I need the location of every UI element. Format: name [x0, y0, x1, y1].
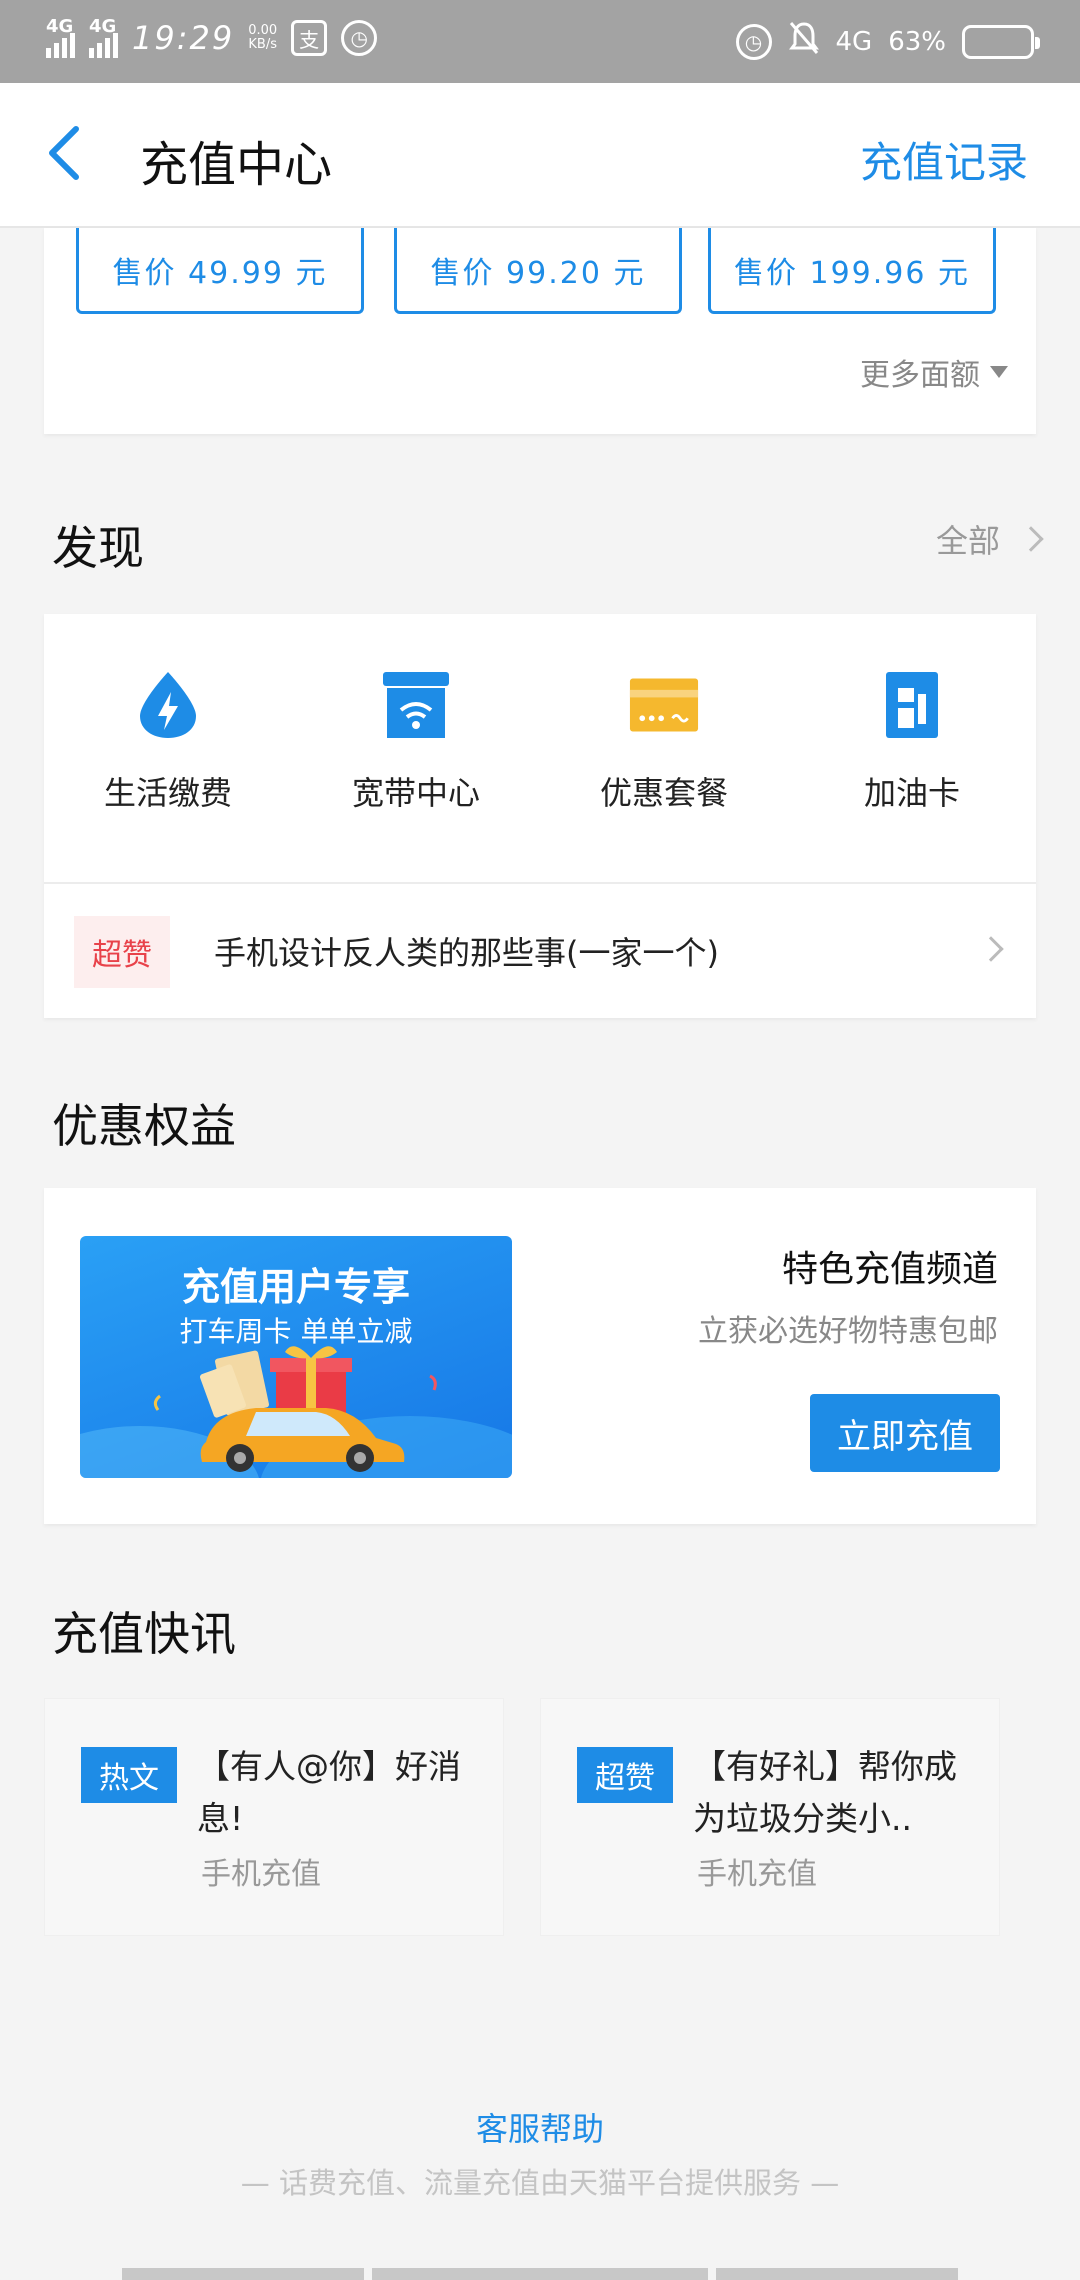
section-title-benefits: 优惠权益 [52, 1099, 236, 1153]
chevron-right-icon [1018, 526, 1044, 552]
price-option[interactable]: 售价 99.20 元 [394, 228, 682, 314]
wifi-store-icon [381, 670, 451, 740]
more-amounts-button[interactable]: 更多面额 [860, 350, 1008, 394]
back-arrow-icon [49, 126, 79, 180]
hot-badge: 超赞 [74, 916, 170, 988]
clock: 19:29 [132, 19, 235, 57]
hot-article-badge: 热文 [81, 1747, 177, 1803]
discover-card: 生活缴费 宽带中心 优惠套餐 加油卡 超赞 手机设计反人类的那些事(一家一个) [44, 614, 1036, 1018]
benefits-card: 充值用户专享 打车周卡 单单立减 特色充值频道 立获必选好物特惠包邮 立即充值 [44, 1188, 1036, 1524]
view-all-label: 全部 [935, 522, 1000, 560]
chevron-right-icon [978, 936, 1004, 962]
quick-news-source: 手机充值 [697, 1857, 817, 1892]
signal-strength-icon: 4G [46, 16, 75, 58]
signal-strength-icon: 4G [89, 16, 118, 58]
network-type-label: 4G [89, 16, 117, 37]
mute-notification-icon [788, 20, 820, 63]
feature-channel-title: 特色充值频道 [781, 1249, 998, 1290]
page-title: 充值中心 [140, 137, 333, 193]
customer-service-help-link[interactable]: 客服帮助 [0, 2104, 1080, 2150]
section-title-quick-news: 充值快讯 [52, 1607, 236, 1661]
discover-item-label: 生活缴费 [103, 774, 232, 812]
battery-icon [962, 24, 1040, 59]
alipay-icon: 支 [291, 20, 328, 56]
news-title: 手机设计反人类的那些事(一家一个) [214, 934, 719, 972]
quick-news-card[interactable]: 超赞 【有好礼】帮你成为垃圾分类小.. 手机充值 [540, 1698, 1000, 1936]
recharge-record-link[interactable]: 充值记录 [860, 129, 1028, 190]
back-button[interactable] [44, 123, 104, 193]
discover-item-label: 优惠套餐 [599, 774, 728, 812]
quick-news-title: 【有人@你】好消息! [197, 1747, 461, 1838]
price-option[interactable]: 售价 49.99 元 [76, 228, 364, 314]
battery-percent: 63% [888, 26, 946, 57]
feature-channel-subtitle: 立获必选好物特惠包邮 [698, 1314, 998, 1349]
car-gift-illustration [80, 1346, 512, 1478]
super-like-badge: 超赞 [577, 1747, 673, 1803]
network-speed: 0.00 KB/s [248, 24, 277, 52]
network-type-label: 4G [835, 26, 873, 57]
price-option[interactable]: 售价 199.96 元 [708, 228, 996, 314]
alarm-clock-icon: ◷ [735, 23, 772, 60]
bottom-tab-hint [716, 2268, 958, 2280]
price-options-card: 售价 49.99 元 售价 99.20 元 售价 199.96 元 更多面额 [44, 228, 1036, 434]
promo-banner[interactable]: 充值用户专享 打车周卡 单单立减 [80, 1236, 512, 1478]
alarm-icon: ◷ [341, 20, 378, 56]
featured-news-row[interactable]: 超赞 手机设计反人类的那些事(一家一个) [44, 884, 1036, 1018]
quick-news-title: 【有好礼】帮你成为垃圾分类小.. [693, 1747, 957, 1838]
recharge-now-button[interactable]: 立即充值 [810, 1394, 1000, 1472]
bottom-tab-hint [122, 2268, 364, 2280]
discover-item-broadband[interactable]: 宽带中心 [292, 670, 540, 840]
fuel-pump-icon [877, 670, 947, 740]
view-all-button[interactable]: 全部 [935, 516, 1044, 562]
section-title-discover: 发现 [52, 521, 144, 575]
discover-item-utilities[interactable]: 生活缴费 [44, 670, 292, 840]
water-drop-bolt-icon [133, 670, 203, 740]
bottom-tab-hint [372, 2268, 708, 2280]
discover-item-packages[interactable]: 优惠套餐 [540, 670, 788, 840]
dropdown-triangle-icon [990, 366, 1008, 378]
card-icon [629, 670, 699, 740]
speed-value: 0.00 [248, 23, 278, 38]
discover-item-label: 宽带中心 [351, 774, 480, 812]
more-amounts-label: 更多面额 [860, 358, 980, 393]
network-type-label: 4G [46, 16, 74, 37]
page-header: 充值中心 充值记录 [0, 83, 1080, 228]
speed-unit: KB/s [248, 37, 277, 52]
discover-item-label: 加油卡 [863, 774, 960, 812]
service-provider-note: — 话费充值、流量充值由天猫平台提供服务 — [240, 2166, 840, 2200]
quick-news-source: 手机充值 [201, 1857, 321, 1892]
quick-news-card[interactable]: 热文 【有人@你】好消息! 手机充值 [44, 1698, 504, 1936]
discover-item-fuel-card[interactable]: 加油卡 [788, 670, 1036, 840]
status-bar: 4G 4G 19:29 0.00 KB/s 支 ◷ ◷ 4G 63% [0, 0, 1080, 83]
